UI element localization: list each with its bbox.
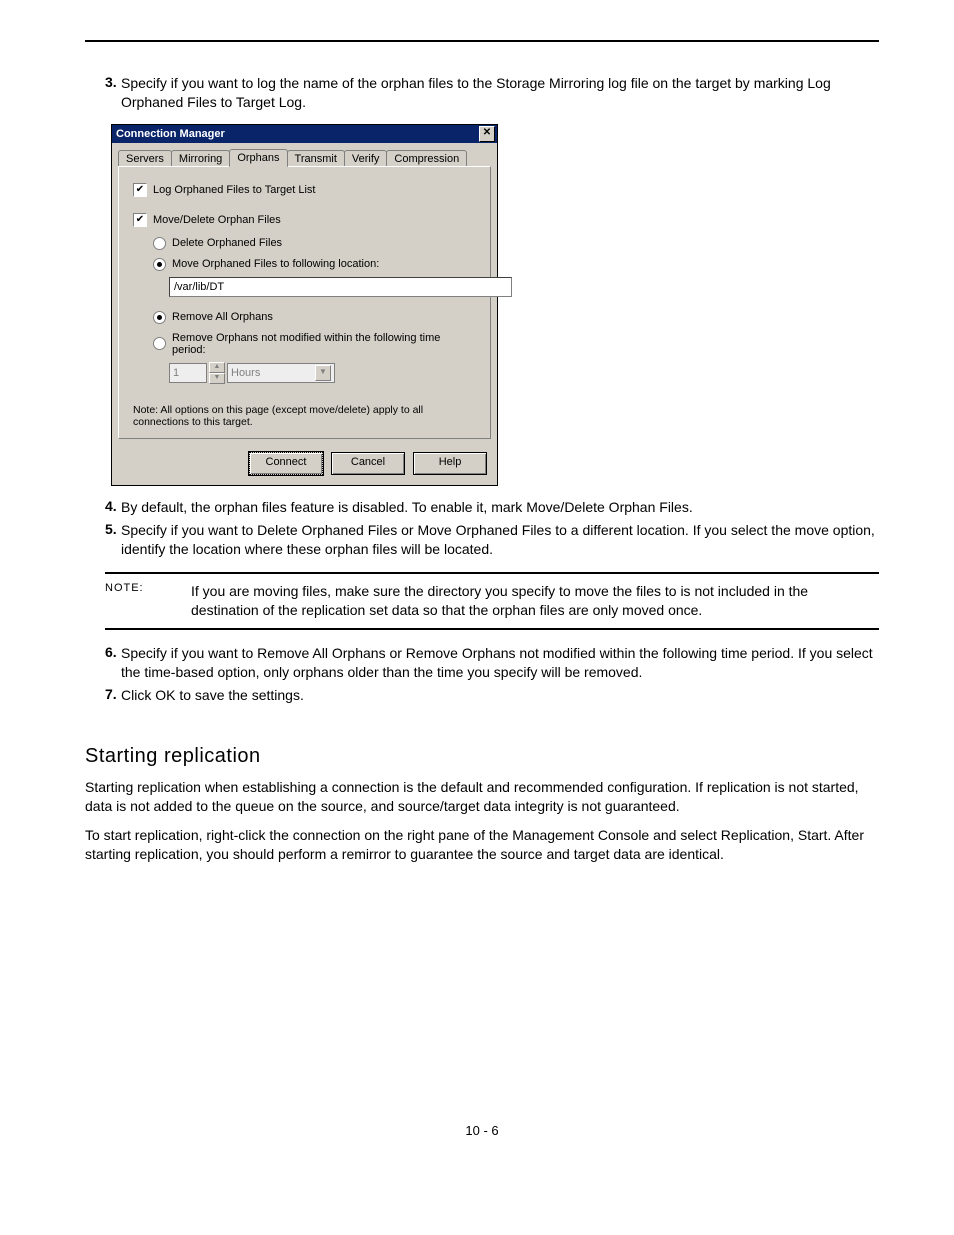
top-rule xyxy=(85,40,879,42)
chevron-up-icon: ▲ xyxy=(209,362,225,373)
radio-remove-all[interactable]: Remove All Orphans xyxy=(153,311,476,324)
help-button[interactable]: Help xyxy=(413,452,487,475)
dialog-button-row: Connect Cancel Help xyxy=(112,446,497,485)
step-7-text: Click OK to save the settings. xyxy=(121,686,879,705)
dialog-title: Connection Manager xyxy=(116,128,479,140)
chevron-down-icon: ▼ xyxy=(209,373,225,384)
section-p1: Starting replication when establishing a… xyxy=(85,778,879,816)
step-5: 5. Specify if you want to Delete Orphane… xyxy=(105,521,879,559)
step-4-marker: 4. xyxy=(105,498,121,514)
dialog-note: Note: All options on this page (except m… xyxy=(133,404,476,428)
step-6-marker: 6. xyxy=(105,644,121,660)
step-6: 6. Specify if you want to Remove All Orp… xyxy=(105,644,879,682)
step-7: 7. Click OK to save the settings. xyxy=(105,686,879,705)
move-path-input[interactable]: /var/lib/DT xyxy=(169,277,512,297)
note-label: NOTE: xyxy=(105,582,191,620)
page-number: 10 - 6 xyxy=(85,1123,879,1138)
tab-mirroring[interactable]: Mirroring xyxy=(171,150,230,167)
step-7-marker: 7. xyxy=(105,686,121,702)
time-period-group: 1 ▲ ▼ Hours ▼ xyxy=(169,362,476,384)
checkbox-movedel-label: Move/Delete Orphan Files xyxy=(153,214,281,226)
time-unit-select[interactable]: Hours ▼ xyxy=(227,363,335,383)
checkbox-log-orphaned[interactable]: ✔ Log Orphaned Files to Target List xyxy=(133,183,476,197)
step-3: 3. Specify if you want to log the name o… xyxy=(105,74,879,112)
tab-compression[interactable]: Compression xyxy=(386,150,467,167)
checkbox-icon: ✔ xyxy=(133,213,147,227)
step-5-marker: 5. xyxy=(105,521,121,537)
connect-button[interactable]: Connect xyxy=(249,452,323,475)
tab-orphans[interactable]: Orphans xyxy=(229,149,287,167)
tab-row: Servers Mirroring Orphans Transmit Verif… xyxy=(112,143,497,167)
step-3-text: Specify if you want to log the name of t… xyxy=(121,74,879,112)
checkbox-move-delete[interactable]: ✔ Move/Delete Orphan Files xyxy=(133,213,476,227)
close-icon[interactable]: ✕ xyxy=(479,126,495,142)
dialog-titlebar: Connection Manager ✕ xyxy=(112,125,497,143)
time-unit-value: Hours xyxy=(231,364,260,382)
radio-move-label: Move Orphaned Files to following locatio… xyxy=(172,258,379,270)
step-5-text: Specify if you want to Delete Orphaned F… xyxy=(121,521,879,559)
checkbox-icon: ✔ xyxy=(133,183,147,197)
chevron-down-icon: ▼ xyxy=(315,365,331,381)
radio-removetime-label: Remove Orphans not modified within the f… xyxy=(172,332,476,356)
cancel-button[interactable]: Cancel xyxy=(331,452,405,475)
spinner-buttons[interactable]: ▲ ▼ xyxy=(209,362,225,384)
note-block: NOTE: If you are moving files, make sure… xyxy=(105,572,879,630)
step-4: 4. By default, the orphan files feature … xyxy=(105,498,879,517)
step-3-marker: 3. xyxy=(105,74,121,90)
radio-icon xyxy=(153,337,166,350)
tab-servers[interactable]: Servers xyxy=(118,150,172,167)
section-title: Starting replication xyxy=(85,745,879,768)
tab-transmit[interactable]: Transmit xyxy=(287,150,345,167)
radio-move-orphaned[interactable]: Move Orphaned Files to following locatio… xyxy=(153,258,476,271)
radio-icon xyxy=(153,237,166,250)
radio-remove-time[interactable]: Remove Orphans not modified within the f… xyxy=(153,332,476,356)
section-p2: To start replication, right-click the co… xyxy=(85,826,879,864)
radio-delete-orphaned[interactable]: Delete Orphaned Files xyxy=(153,237,476,250)
step-4-text: By default, the orphan files feature is … xyxy=(121,498,879,517)
checkbox-log-label: Log Orphaned Files to Target List xyxy=(153,184,315,196)
time-value-input[interactable]: 1 xyxy=(169,363,207,383)
radio-removeall-label: Remove All Orphans xyxy=(172,311,273,323)
step-6-text: Specify if you want to Remove All Orphan… xyxy=(121,644,879,682)
note-body: If you are moving files, make sure the d… xyxy=(191,582,879,620)
radio-icon xyxy=(153,258,166,271)
radio-delete-label: Delete Orphaned Files xyxy=(172,237,282,249)
connection-manager-dialog: Connection Manager ✕ Servers Mirroring O… xyxy=(111,124,498,486)
tab-panel-orphans: ✔ Log Orphaned Files to Target List ✔ Mo… xyxy=(118,166,491,439)
tab-verify[interactable]: Verify xyxy=(344,150,388,167)
radio-icon xyxy=(153,311,166,324)
